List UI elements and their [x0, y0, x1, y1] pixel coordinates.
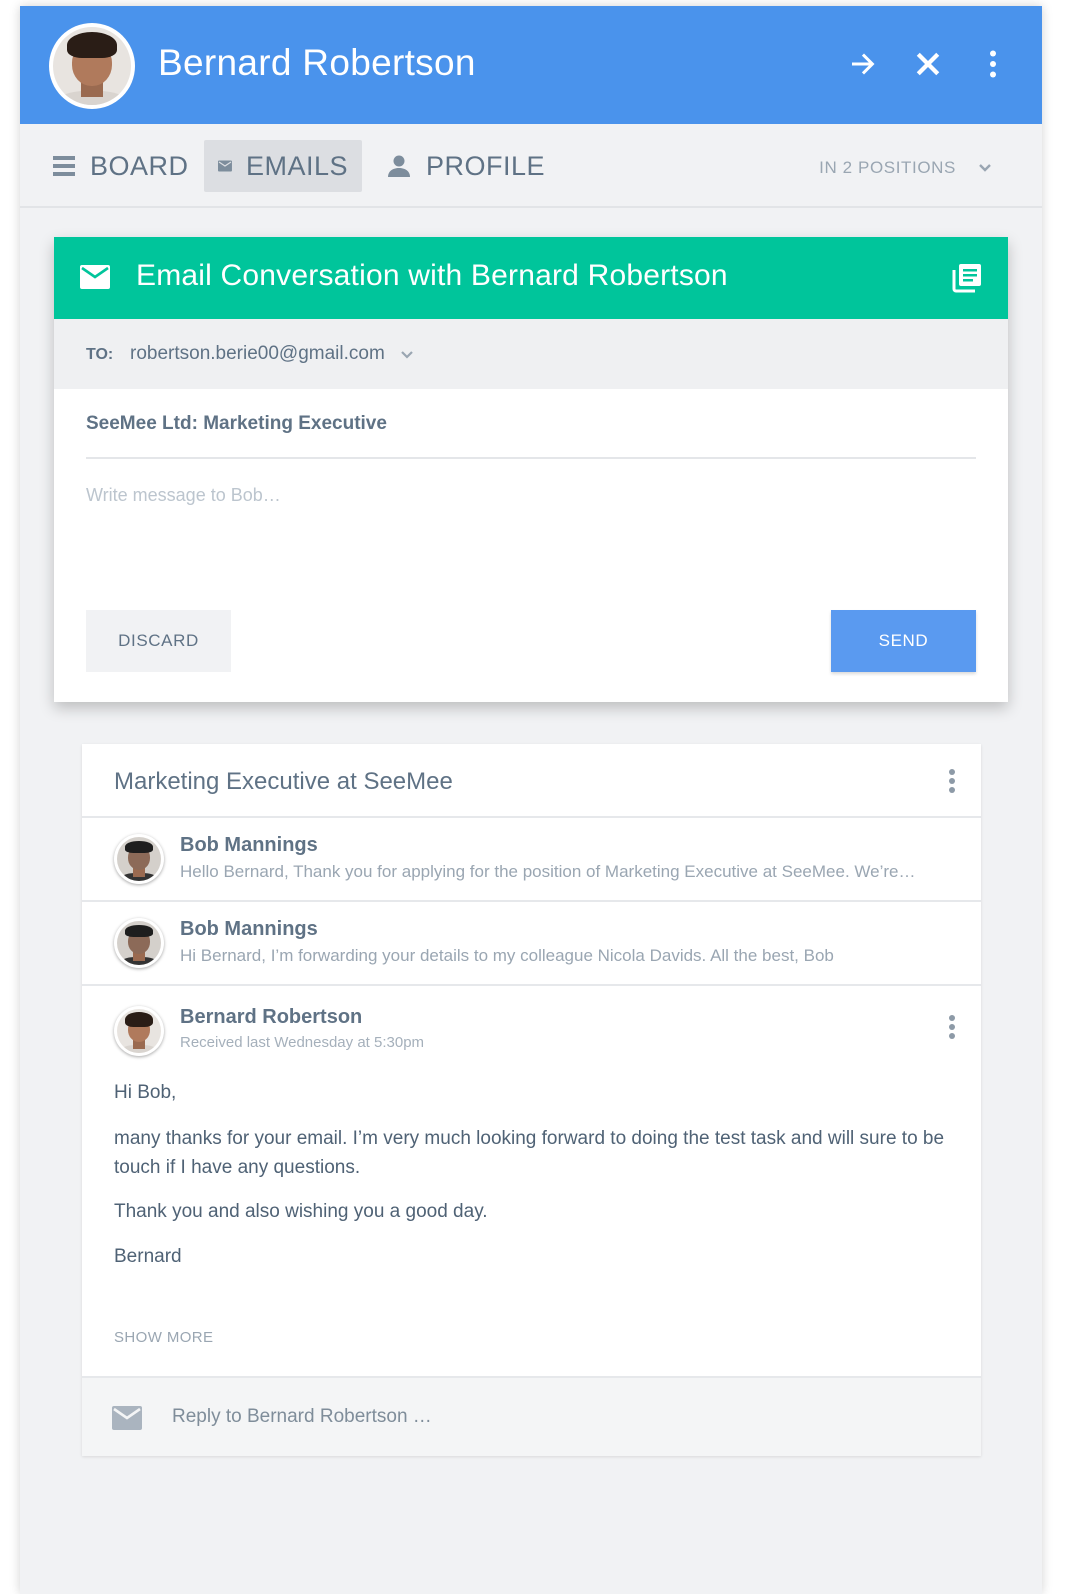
sender-name: Bob Mannings [180, 834, 318, 856]
header-bar: Bernard Robertson [20, 6, 1042, 124]
conversation-header: Marketing Executive at SeeMee [82, 744, 981, 818]
mail-icon [218, 160, 232, 172]
positions-dropdown[interactable]: IN 2 POSITIONS [819, 158, 992, 178]
person-icon [388, 155, 410, 177]
library-icon[interactable] [952, 263, 982, 293]
tab-label: PROFILE [426, 150, 546, 181]
chevron-down-icon [979, 164, 991, 172]
compose-title: Email Conversation with Bernard Robertso… [136, 259, 728, 292]
conversation-title: Marketing Executive at SeeMee [114, 768, 453, 795]
discard-button[interactable]: DISCARD [86, 610, 231, 672]
avatar [114, 918, 164, 968]
compose-card: Email Conversation with Bernard Robertso… [54, 237, 1008, 702]
tab-label: BOARD [90, 150, 189, 181]
message-paragraph: many thanks for your email. I’m very muc… [114, 1128, 945, 1178]
positions-label: IN 2 POSITIONS [819, 158, 956, 177]
tab-board[interactable]: BOARD [38, 140, 203, 192]
message-snippet: Hello Bernard, Thank you for applying fo… [180, 862, 916, 881]
message-snippet: Hi Bernard, I’m forwarding your details … [180, 946, 834, 965]
avatar [114, 1006, 164, 1056]
list-icon [53, 156, 75, 176]
tab-bar: BOARD EMAILS PROFILE IN 2 POSITIONS [20, 124, 1042, 208]
list-item[interactable]: Bob Mannings Hello Bernard, Thank you fo… [82, 818, 981, 902]
sender-name: Bernard Robertson [180, 1006, 363, 1028]
arrow-right-icon[interactable] [846, 46, 882, 82]
received-time: Received last Wednesday at 5:30pm [180, 1034, 425, 1051]
avatar [49, 23, 135, 109]
sender-name: Bob Mannings [180, 918, 318, 940]
mail-icon [112, 1406, 142, 1430]
close-icon[interactable] [910, 46, 946, 82]
show-more-link[interactable]: SHOW MORE [114, 1329, 213, 1346]
recipient-row[interactable]: TO: robertson.berie00@gmail.com [54, 319, 1008, 389]
compose-header: Email Conversation with Bernard Robertso… [54, 237, 1008, 319]
to-label: TO: [86, 346, 114, 363]
tab-profile[interactable]: PROFILE [372, 140, 559, 192]
reply-placeholder: Reply to Bernard Robertson … [172, 1406, 432, 1427]
conversation-card: Marketing Executive at SeeMee Bob Mannin… [82, 744, 981, 1456]
more-vertical-icon[interactable] [942, 1012, 962, 1042]
message-signature: Bernard [114, 1246, 182, 1267]
page-title: Bernard Robertson [158, 42, 476, 83]
more-vertical-icon[interactable] [975, 46, 1011, 82]
subject-field[interactable]: SeeMee Ltd: Marketing Executive [86, 389, 976, 459]
message-input[interactable] [86, 485, 976, 585]
candidate-panel: Bernard Robertson BOARD EMAILS PROFILE I… [20, 6, 1042, 1594]
mail-icon [80, 265, 110, 289]
chevron-down-icon[interactable] [400, 350, 414, 360]
list-item[interactable]: Bob Mannings Hi Bernard, I’m forwarding … [82, 902, 981, 986]
more-vertical-icon[interactable] [942, 766, 962, 796]
reply-input[interactable]: Reply to Bernard Robertson … [82, 1376, 981, 1456]
message-paragraph: Thank you and also wishing you a good da… [114, 1201, 488, 1222]
send-button[interactable]: SEND [831, 610, 976, 672]
recipient-value: robertson.berie00@gmail.com [130, 343, 385, 364]
tab-label: EMAILS [245, 150, 348, 181]
avatar [114, 834, 164, 884]
tab-emails[interactable]: EMAILS [204, 140, 362, 192]
message-greeting: Hi Bob, [114, 1082, 177, 1103]
